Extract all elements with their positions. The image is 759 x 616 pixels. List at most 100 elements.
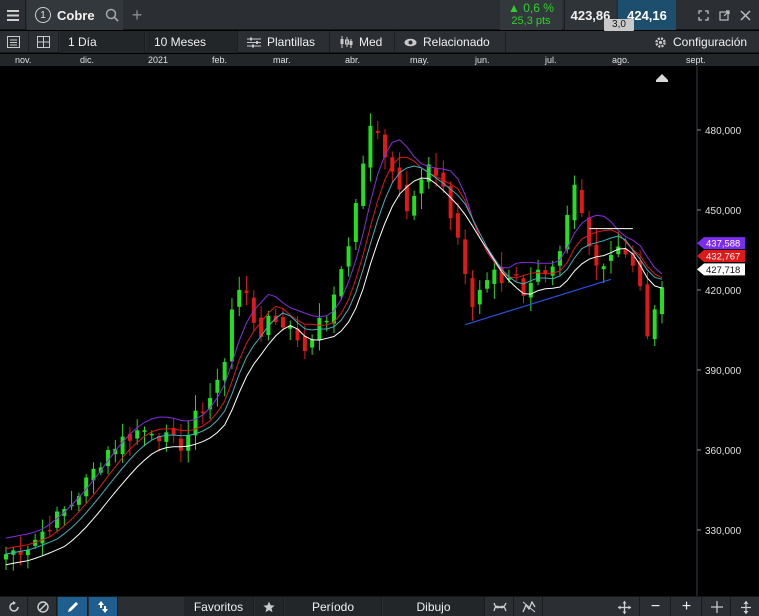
candle-body	[244, 290, 249, 293]
candle-body	[120, 436, 125, 455]
candle-body	[477, 289, 482, 305]
zoom-out-button[interactable]: −	[641, 597, 671, 616]
crosshair-button[interactable]	[610, 597, 640, 616]
popout-icon[interactable]	[719, 9, 730, 21]
candlestick-icon	[340, 36, 353, 48]
ma-white-line	[5, 177, 663, 566]
candle-body	[310, 339, 315, 348]
refresh-icon	[8, 601, 19, 612]
refresh-button[interactable]	[0, 597, 28, 616]
price-tick-label: 450,000	[705, 206, 742, 217]
chart-toolbar: 1 Día 10 Meses Plantillas Med Relacionad…	[0, 31, 759, 53]
price-type-selector[interactable]: Med	[331, 31, 395, 53]
tab-number-badge: 1	[35, 7, 51, 23]
chart-canvas[interactable]: 480,000 450,000 420,000 390,000 360,000 330,0…	[0, 66, 759, 596]
candle-body	[572, 184, 577, 221]
scroll-marker-icon[interactable]	[656, 74, 668, 82]
candle-body	[164, 432, 169, 442]
price-axis: 480,000 450,000 420,000 390,000 360,000 330,0…	[697, 126, 742, 537]
candle-body	[594, 244, 599, 266]
price-tick-label: 480,000	[705, 126, 742, 137]
candlestick-series	[4, 113, 664, 571]
cancel-button[interactable]	[29, 597, 57, 616]
bottom-toolbar: Favoritos Período Dibujo − +	[0, 596, 759, 616]
candle-body	[587, 217, 592, 247]
interval-selector[interactable]: 1 Día	[60, 31, 145, 53]
price-tick-label: 390,000	[705, 366, 742, 377]
candle-body	[492, 269, 497, 284]
time-axis: nov. dic. 2021 feb. mar. abr. may. jun. …	[0, 54, 759, 66]
candle-body	[375, 130, 380, 133]
month-label: dic.	[80, 55, 95, 65]
cross-icon	[710, 601, 723, 613]
change-percent: ▲ 0,6 %	[508, 1, 554, 15]
templates-label: Plantillas	[267, 35, 316, 49]
candle-body	[280, 317, 285, 328]
candle-body	[186, 434, 191, 451]
grid-layout-icon	[37, 36, 50, 48]
zoom-in-button[interactable]: +	[672, 597, 702, 616]
settings-button[interactable]: Configuración	[646, 31, 759, 53]
range-selector[interactable]: 10 Meses	[146, 31, 238, 53]
layout-button[interactable]	[30, 31, 59, 53]
price-labels: 437,588432,767 427,718	[697, 237, 745, 276]
expand-icon[interactable]	[698, 9, 709, 21]
symbol-name: Cobre	[57, 7, 95, 23]
indicator-button[interactable]	[486, 597, 514, 616]
line-tool-button[interactable]	[515, 597, 543, 616]
candle-body	[142, 430, 147, 432]
cross-tool-button[interactable]	[703, 597, 731, 616]
month-label: sept.	[686, 55, 706, 65]
candle-body	[616, 246, 621, 255]
candle-body	[383, 134, 388, 158]
candle-body	[149, 433, 154, 436]
candle-body	[229, 309, 234, 362]
draw-tool-button[interactable]	[58, 597, 88, 616]
candle-body	[630, 252, 635, 266]
arrow-tool-button[interactable]	[89, 597, 118, 616]
candle-body	[237, 289, 242, 307]
candle-body	[302, 336, 307, 352]
symbol-selector[interactable]: 1 Cobre	[27, 0, 123, 30]
period-button[interactable]: Período	[285, 597, 382, 616]
candle-body	[412, 195, 417, 216]
close-icon[interactable]	[740, 9, 751, 21]
candle-body	[215, 379, 220, 393]
main-menu-button[interactable]	[0, 0, 26, 30]
gear-icon	[655, 36, 666, 48]
drawing-button[interactable]: Dibujo	[383, 597, 485, 616]
indicator-icon	[492, 602, 507, 612]
panel-toggle-button[interactable]	[0, 31, 29, 53]
favorites-button[interactable]: Favoritos	[184, 597, 254, 616]
candle-body	[4, 554, 8, 560]
settings-label: Configuración	[673, 35, 748, 49]
candle-body	[419, 179, 424, 194]
month-label: mar.	[273, 55, 291, 65]
crosshair-icon	[618, 600, 631, 614]
star-icon	[263, 601, 275, 613]
candle-body	[463, 239, 468, 275]
spread-badge: 3,0	[604, 19, 634, 31]
candle-body	[608, 254, 613, 261]
candle-body	[434, 168, 439, 176]
price-chart[interactable]: 480,000 450,000 420,000 390,000 360,000 330,0…	[0, 66, 759, 596]
eye-icon	[404, 38, 417, 46]
templates-button[interactable]: Plantillas	[239, 31, 330, 53]
fit-button[interactable]	[732, 597, 759, 616]
month-label: feb.	[212, 55, 228, 65]
candle-body	[135, 430, 140, 439]
list-panel-icon	[7, 36, 20, 48]
price-label-value: 437,588	[706, 239, 740, 250]
candle-body	[361, 163, 366, 206]
month-label: ago.	[612, 55, 630, 65]
related-button[interactable]: Relacionado	[396, 31, 506, 53]
candle-body	[652, 309, 657, 340]
candle-body	[397, 167, 402, 190]
search-icon[interactable]	[105, 8, 119, 22]
price-label-value: 427,718	[706, 265, 740, 276]
add-tab-button[interactable]: +	[125, 0, 149, 30]
top-bar: 1 Cobre + ▲ 0,6 % 25,3 pts 423,86 424,16…	[0, 0, 759, 31]
candle-body	[470, 278, 475, 307]
favorites-star-button[interactable]	[255, 597, 284, 616]
candle-body	[579, 190, 584, 214]
